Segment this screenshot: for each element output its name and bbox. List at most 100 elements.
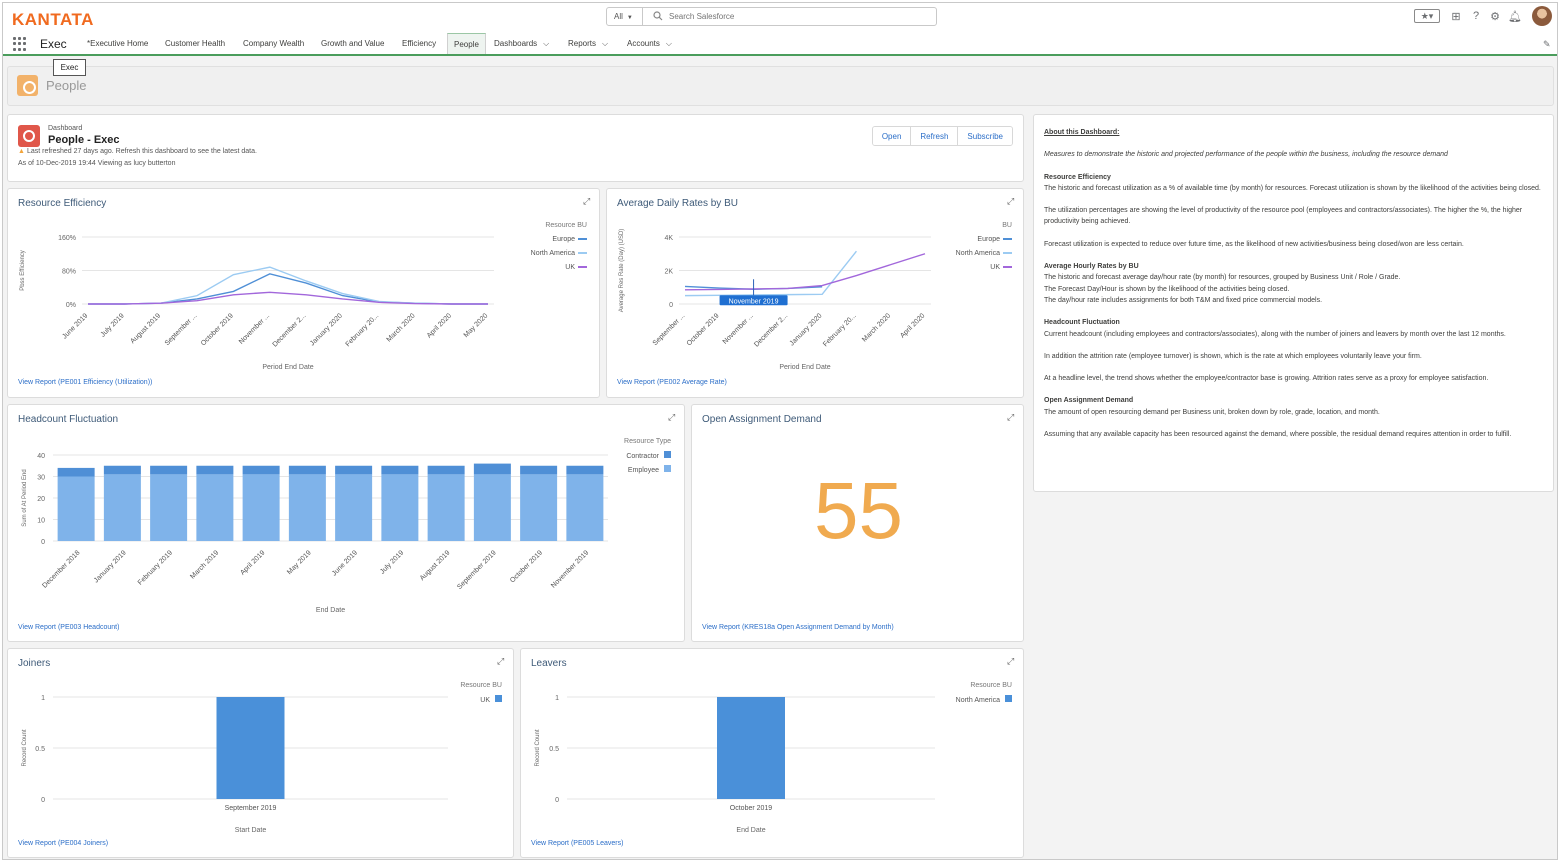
nav-item-people[interactable]: People — [447, 33, 486, 54]
global-search[interactable]: All ▼ — [606, 7, 937, 26]
view-report-link[interactable]: View Report (KRES18a Open Assignment Dem… — [702, 624, 894, 631]
x-tick-label: August 2019 — [129, 312, 162, 345]
x-tick-label: April 2020 — [899, 312, 926, 339]
favorites-star-icon[interactable]: ★▾ — [1414, 9, 1440, 23]
view-report-link[interactable]: View Report (PE003 Headcount) — [18, 624, 119, 631]
warning-icon: ▲ — [18, 148, 25, 155]
nav-item-customer-health[interactable]: Customer Health — [165, 33, 225, 54]
search-scope-select[interactable]: All ▼ — [607, 8, 643, 25]
x-tick-label: August 2019 — [419, 549, 452, 582]
x-tick-label: February 20... — [345, 312, 381, 348]
nav-item-efficiency[interactable]: Efficiency — [402, 33, 436, 54]
nav-item-reports[interactable]: Reports ⌵ — [568, 33, 608, 54]
app-launcher-icon[interactable] — [13, 37, 27, 51]
nav-item-growth-and-value[interactable]: Growth and Value — [321, 33, 384, 54]
about-text: In addition the attrition rate (employee… — [1044, 352, 1422, 360]
x-tick-label: October 2019 — [686, 312, 721, 347]
nav-item-dashboards[interactable]: Dashboards ⌵ — [494, 33, 549, 54]
kantata-logo[interactable]: KANTATA — [12, 10, 94, 30]
about-heading: About this Dashboard: — [1044, 129, 1120, 136]
legend-label: UK — [480, 697, 490, 704]
dashboard-as-of: As of 10-Dec-2019 19:44 Viewing as lucy … — [18, 160, 176, 167]
legend-swatch — [1005, 695, 1012, 702]
edit-nav-pencil-icon[interactable]: ✎ — [1543, 39, 1551, 50]
expand-icon[interactable]: ⤢ — [1007, 197, 1015, 206]
about-text: Assuming that any available capacity has… — [1044, 431, 1512, 439]
x-tick-label: June 2019 — [331, 549, 359, 577]
legend-label: North America — [531, 250, 575, 257]
open-button[interactable]: Open — [872, 127, 912, 145]
chevron-down-icon[interactable]: ⌵ — [602, 39, 608, 48]
x-axis-label: End Date — [316, 607, 345, 614]
page-header: People — [7, 66, 1554, 106]
demand-metric-value: 55 — [814, 466, 903, 555]
user-avatar[interactable] — [1532, 6, 1552, 26]
expand-icon[interactable]: ⤢ — [583, 197, 591, 206]
nav-item-company-wealth[interactable]: Company Wealth — [243, 33, 304, 54]
x-axis-label: Period End Date — [262, 364, 313, 371]
chevron-down-icon[interactable]: ⌵ — [543, 39, 549, 48]
x-tick-label: April 2020 — [426, 312, 453, 339]
legend-title: BU — [1002, 222, 1012, 229]
view-report-link[interactable]: View Report (PE001 Efficiency (Utilizati… — [18, 379, 152, 386]
about-text: Forecast utilization is expected to redu… — [1044, 240, 1464, 248]
x-tick-label: May 2020 — [463, 312, 490, 339]
bar — [150, 474, 188, 541]
y-axis-label: Record Count — [22, 729, 28, 766]
bar — [242, 474, 280, 541]
bar — [335, 474, 373, 541]
setup-gear-icon[interactable]: ⚙ — [1488, 9, 1502, 23]
y-tick-label: 30 — [37, 475, 45, 482]
chevron-down-icon[interactable]: ⌵ — [666, 39, 672, 48]
x-axis-label: End Date — [736, 827, 765, 834]
card-title: Leavers — [531, 658, 567, 669]
expand-icon[interactable]: ⤢ — [668, 413, 676, 422]
x-tick-label: March 2019 — [189, 549, 220, 580]
help-icon[interactable]: ? — [1469, 9, 1483, 23]
y-axis-label: Pbss Efficiency — [20, 250, 26, 291]
about-section-heading: Resource Efficiency — [1044, 173, 1111, 181]
legend-title: Resource BU — [970, 682, 1012, 689]
leavers-card: Leavers ⤢ 1 0.5 0 Record Count October 2019 E… — [520, 648, 1024, 858]
dashboard-header: Dashboard People - Exec ▲ Last refreshed … — [7, 114, 1024, 182]
bar — [216, 697, 285, 799]
expand-icon[interactable]: ⤢ — [1007, 413, 1015, 422]
y-tick-label: 0% — [66, 302, 76, 309]
view-report-link[interactable]: View Report (PE002 Average Rate) — [617, 379, 727, 386]
dashboard-icon — [18, 125, 40, 147]
legend-swatch — [495, 695, 502, 702]
series-line — [88, 266, 488, 305]
bar — [335, 465, 373, 475]
bar — [288, 465, 326, 475]
legend-label: Europe — [977, 236, 1000, 243]
about-intro: Measures to demonstrate the historic and… — [1044, 151, 1448, 159]
legend-title: Resource BU — [545, 222, 587, 229]
x-tick-label: February 2019 — [137, 549, 174, 586]
expand-icon[interactable]: ⤢ — [497, 657, 505, 666]
page-title: People — [46, 78, 87, 93]
nav-item-executive-home[interactable]: *Executive Home — [87, 33, 148, 54]
series-line — [684, 253, 926, 291]
expand-icon[interactable]: ⤢ — [1007, 657, 1015, 666]
view-report-link[interactable]: View Report (PE005 Leavers) — [531, 840, 623, 847]
about-dashboard-panel: About this Dashboard: Measures to demons… — [1033, 114, 1554, 492]
search-input[interactable] — [669, 9, 924, 24]
x-tick-label: February 20... — [822, 312, 858, 348]
series-line — [88, 273, 488, 305]
leavers-chart: 1 0.5 0 Record Count October 2019 End Date Res… — [535, 682, 1012, 834]
x-tick-label: December 2... — [272, 312, 308, 348]
bar — [196, 465, 234, 475]
notifications-bell-icon[interactable]: 🔔︎ — [1508, 9, 1522, 23]
legend-title: Resource Type — [624, 438, 671, 445]
y-tick-label: 10 — [37, 518, 45, 525]
subscribe-button[interactable]: Subscribe — [958, 127, 1012, 145]
y-tick-label: 160% — [58, 235, 76, 242]
global-actions-plus-icon[interactable]: ⊞ — [1449, 9, 1463, 23]
bar — [57, 467, 95, 477]
nav-item-accounts[interactable]: Accounts ⌵ — [627, 33, 672, 54]
legend-swatch — [664, 451, 671, 458]
refresh-button[interactable]: Refresh — [911, 127, 959, 145]
view-report-link[interactable]: View Report (PE004 Joiners) — [18, 840, 108, 847]
legend-label: Europe — [552, 236, 575, 243]
x-tick-label: December 2... — [753, 312, 789, 348]
